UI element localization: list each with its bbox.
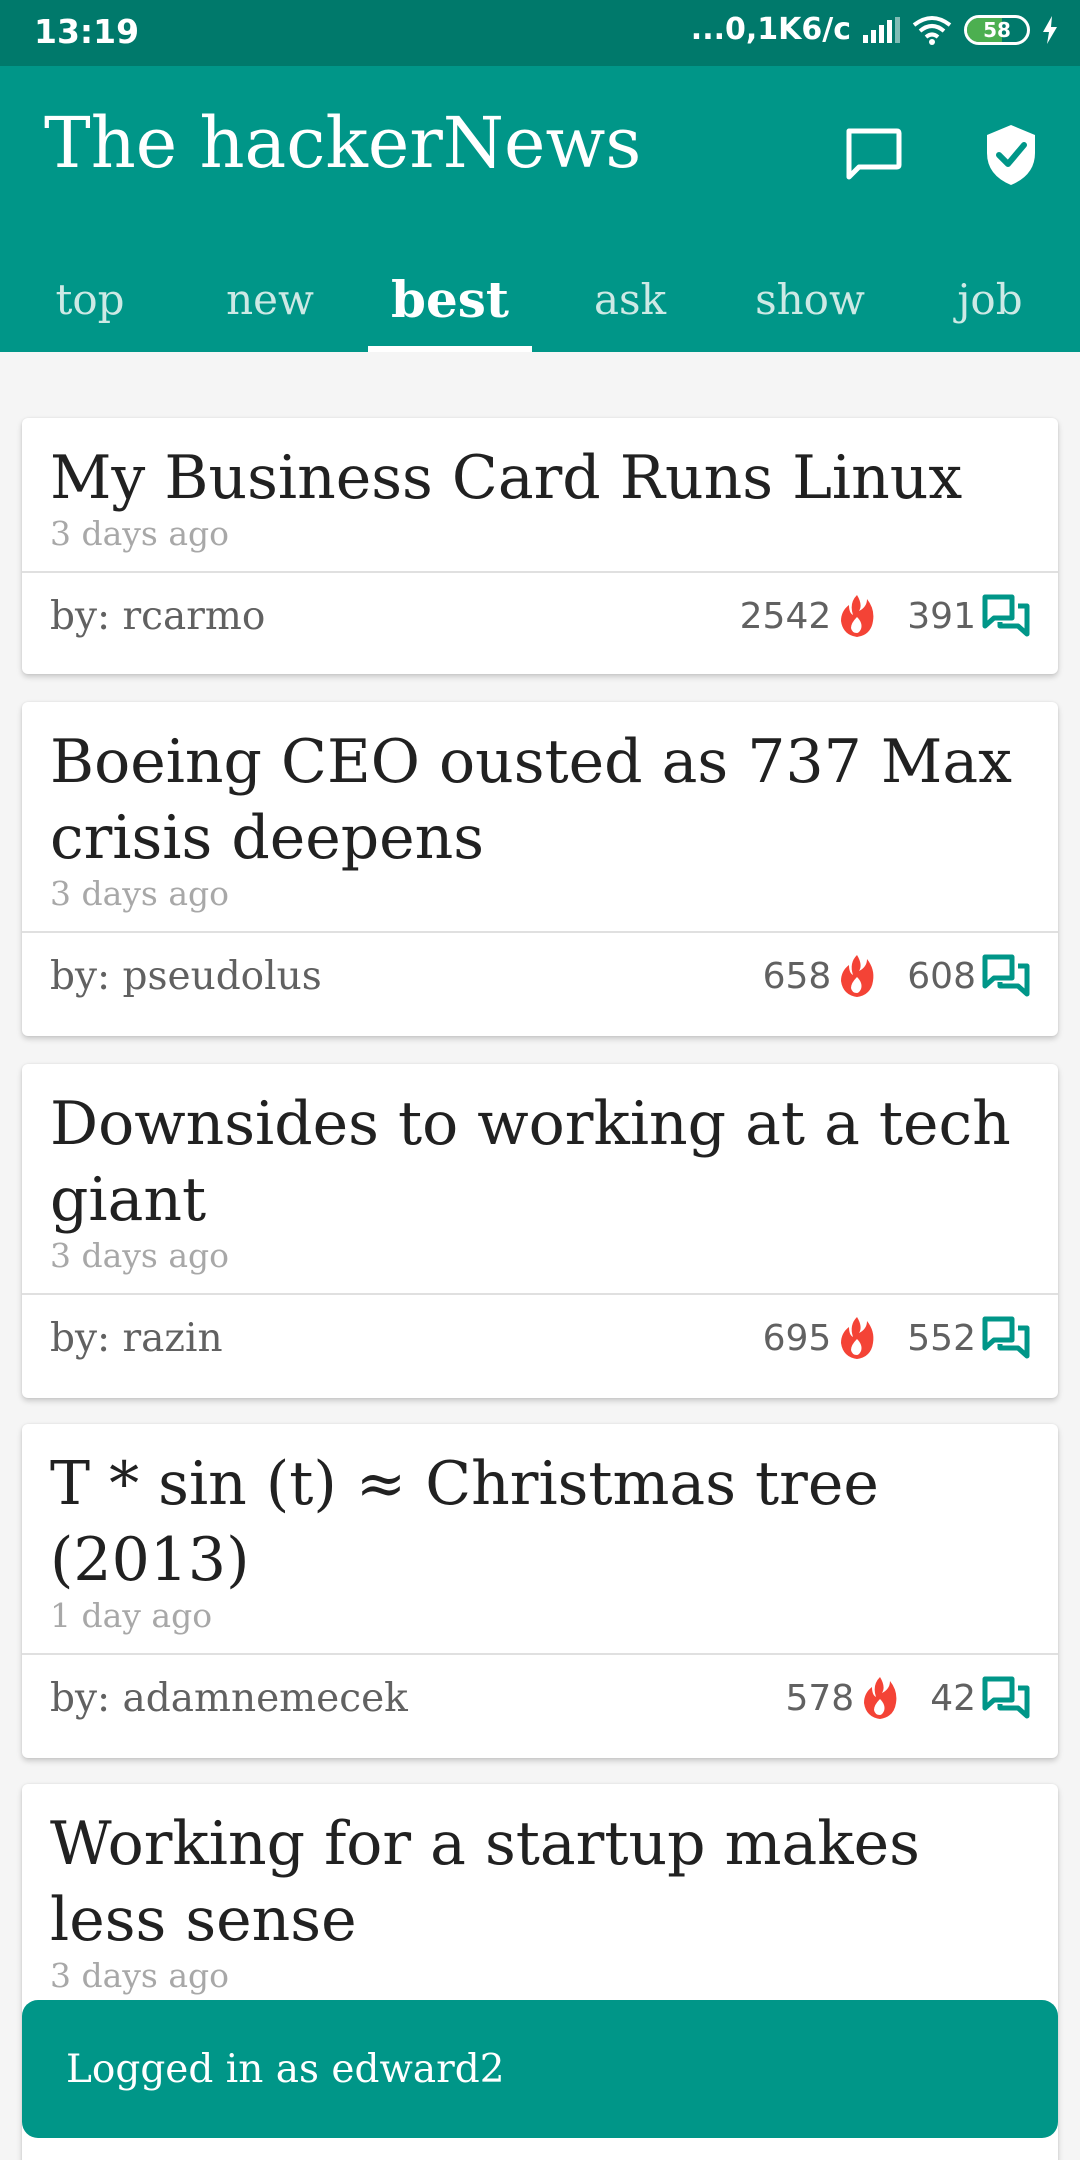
comments-count: 552: [907, 1317, 976, 1359]
chat-button[interactable]: [828, 110, 918, 200]
comments-count: 608: [907, 955, 976, 997]
story-author[interactable]: by: adamnemecek: [50, 1676, 785, 1721]
tab-new[interactable]: new: [180, 246, 360, 352]
story-footer: by: adamnemecek 578 42: [22, 1653, 1058, 1741]
fire-icon: [864, 1677, 897, 1719]
story-title[interactable]: Downsides to working at a tech giant: [50, 1086, 1030, 1238]
fire-icon: [841, 955, 874, 997]
story-header: Working for a startup makes less sense 3…: [22, 1784, 1058, 2013]
comments-icon: [982, 1676, 1030, 1719]
tab-show[interactable]: show: [720, 246, 900, 352]
app-bar: The hackerNews top new best ask show job: [0, 66, 1080, 352]
fire-icon: [841, 1317, 874, 1359]
story-time: 3 days ago: [50, 514, 230, 553]
story-header: My Business Card Runs Linux 3 days ago: [22, 418, 1058, 571]
story-comments[interactable]: 608: [907, 954, 1030, 998]
story-card[interactable]: T * sin (t) ≈ Christmas tree (2013) 1 da…: [22, 1424, 1058, 1758]
story-header: Downsides to working at a tech giant 3 d…: [22, 1064, 1058, 1293]
story-title[interactable]: T * sin (t) ≈ Christmas tree (2013): [50, 1446, 1030, 1598]
story-points: 2542: [740, 593, 878, 639]
security-button[interactable]: [966, 110, 1056, 200]
story-points: 658: [763, 953, 878, 999]
story-header: Boeing CEO ousted as 737 Max crisis deep…: [22, 702, 1058, 931]
shield-check-icon: [987, 125, 1035, 185]
story-time: 3 days ago: [50, 1236, 230, 1275]
comments-icon: [982, 1316, 1030, 1359]
status-icons: ...0,1K6/c 58: [691, 12, 1058, 47]
story-header: T * sin (t) ≈ Christmas tree (2013) 1 da…: [22, 1424, 1058, 1653]
points-count: 2542: [739, 595, 832, 637]
story-card[interactable]: Downsides to working at a tech giant 3 d…: [22, 1064, 1058, 1398]
story-footer: by: pseudolus 658 608: [22, 931, 1058, 1019]
story-comments[interactable]: 552: [907, 1316, 1030, 1360]
story-card[interactable]: My Business Card Runs Linux 3 days ago b…: [22, 418, 1058, 674]
comments-icon: [982, 594, 1030, 637]
chat-icon: [846, 128, 902, 180]
tab-job[interactable]: job: [900, 246, 1080, 352]
tab-top[interactable]: top: [0, 246, 180, 352]
story-footer: by: razin 695 552: [22, 1293, 1058, 1381]
comments-count: 391: [907, 595, 976, 637]
snackbar-text: Logged in as edward2: [66, 2046, 505, 2092]
signal-icon: [863, 16, 900, 43]
tab-bar: top new best ask show job: [0, 246, 1080, 352]
points-count: 658: [762, 955, 832, 997]
tab-ask[interactable]: ask: [540, 246, 720, 352]
story-author[interactable]: by: rcarmo: [50, 594, 740, 639]
story-comments[interactable]: 42: [930, 1676, 1030, 1720]
network-speed: ...0,1K6/c: [690, 12, 851, 47]
comments-count: 42: [930, 1677, 976, 1719]
story-time: 3 days ago: [50, 1956, 230, 1995]
story-title[interactable]: My Business Card Runs Linux: [50, 440, 1030, 516]
battery-level: 58: [983, 17, 1011, 42]
story-title[interactable]: Boeing CEO ousted as 737 Max crisis deep…: [50, 724, 1030, 876]
battery-icon: 58: [964, 14, 1030, 45]
comments-icon: [982, 954, 1030, 997]
story-points: 578: [785, 1675, 900, 1721]
story-points: 695: [763, 1315, 878, 1361]
status-bar: 13:19 ...0,1K6/c 58: [0, 0, 1080, 66]
story-comments[interactable]: 391: [907, 594, 1030, 638]
charging-icon: [1043, 15, 1057, 44]
status-time: 13:19: [34, 12, 140, 51]
snackbar: Logged in as edward2: [22, 2000, 1058, 2138]
story-time: 3 days ago: [50, 874, 230, 913]
story-title[interactable]: Working for a startup makes less sense: [50, 1806, 1030, 1958]
story-author[interactable]: by: razin: [50, 1316, 763, 1361]
story-time: 1 day ago: [50, 1596, 213, 1635]
story-list: My Business Card Runs Linux 3 days ago b…: [0, 352, 1080, 2160]
points-count: 695: [762, 1317, 832, 1359]
points-count: 578: [785, 1677, 855, 1719]
fire-icon: [841, 595, 874, 637]
story-author[interactable]: by: pseudolus: [50, 954, 763, 999]
tab-best[interactable]: best: [360, 246, 540, 352]
story-card[interactable]: Boeing CEO ousted as 737 Max crisis deep…: [22, 702, 1058, 1036]
app-title: The hackerNews: [44, 102, 642, 184]
story-footer: by: rcarmo 2542 391: [22, 571, 1058, 659]
wifi-icon: [912, 15, 952, 45]
